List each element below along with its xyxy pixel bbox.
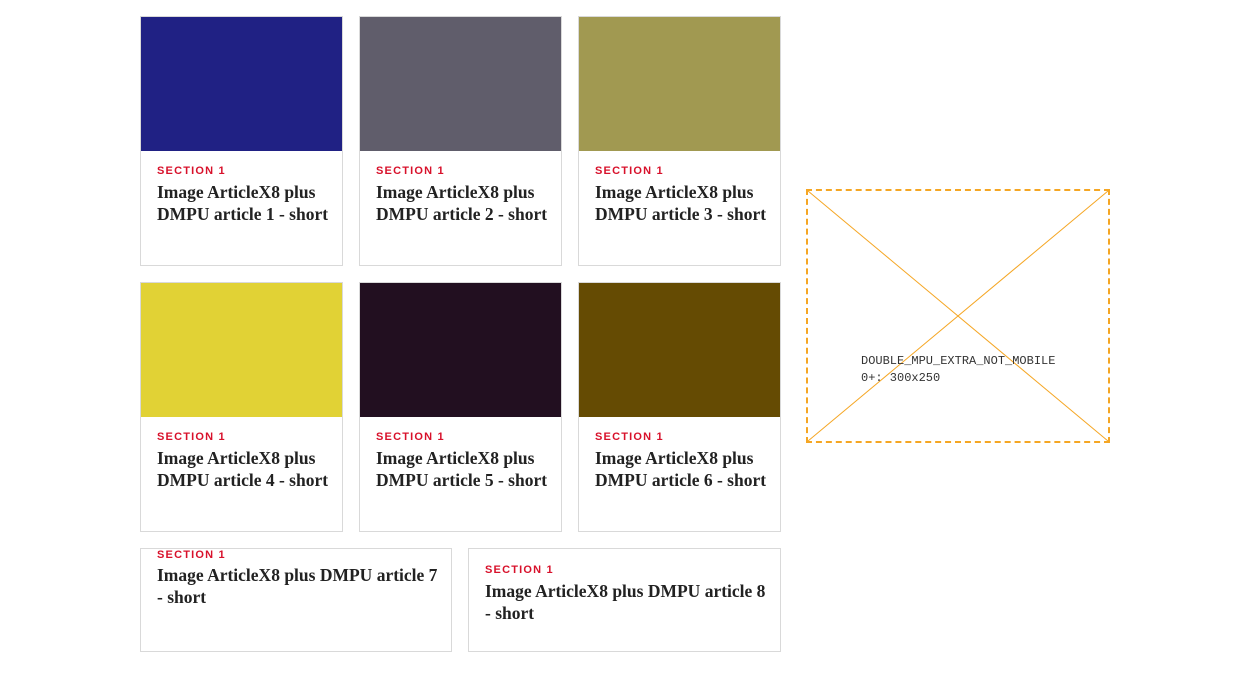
article-card-5[interactable]: SECTION 1 Image ArticleX8 plus DMPU arti… <box>359 282 562 532</box>
section-label[interactable]: SECTION 1 <box>595 431 664 443</box>
section-label[interactable]: SECTION 1 <box>376 165 445 177</box>
article-headline[interactable]: Image ArticleX8 plus DMPU article 4 - sh… <box>157 447 330 491</box>
article-headline[interactable]: Image ArticleX8 plus DMPU article 6 - sh… <box>595 447 768 491</box>
ad-slot-name: DOUBLE_MPU_EXTRA_NOT_MOBILE <box>861 354 1056 368</box>
section-label[interactable]: SECTION 1 <box>157 431 226 443</box>
article-headline[interactable]: Image ArticleX8 plus DMPU article 8 - sh… <box>485 580 768 624</box>
article-headline[interactable]: Image ArticleX8 plus DMPU article 3 - sh… <box>595 181 768 225</box>
article-card-7[interactable]: SECTION 1 Image ArticleX8 plus DMPU arti… <box>140 548 452 652</box>
article-image[interactable] <box>579 17 780 151</box>
article-image[interactable] <box>141 283 342 417</box>
ad-slot-label: DOUBLE_MPU_EXTRA_NOT_MOBILE 0+: 300x250 <box>861 353 1055 387</box>
article-card-1[interactable]: SECTION 1 Image ArticleX8 plus DMPU arti… <box>140 16 343 266</box>
article-headline[interactable]: Image ArticleX8 plus DMPU article 2 - sh… <box>376 181 549 225</box>
article-headline[interactable]: Image ArticleX8 plus DMPU article 5 - sh… <box>376 447 549 491</box>
section-label[interactable]: SECTION 1 <box>485 564 554 576</box>
section-label[interactable]: SECTION 1 <box>595 165 664 177</box>
article-image[interactable] <box>360 17 561 151</box>
ad-slot-double-mpu: DOUBLE_MPU_EXTRA_NOT_MOBILE 0+: 300x250 <box>806 189 1110 443</box>
article-image[interactable] <box>579 283 780 417</box>
section-label[interactable]: SECTION 1 <box>376 431 445 443</box>
article-card-3[interactable]: SECTION 1 Image ArticleX8 plus DMPU arti… <box>578 16 781 266</box>
ad-slot-size: 0+: 300x250 <box>861 371 941 385</box>
article-card-8[interactable]: SECTION 1 Image ArticleX8 plus DMPU arti… <box>468 548 781 652</box>
ad-placeholder-cross-icon <box>808 191 1108 441</box>
article-headline[interactable]: Image ArticleX8 plus DMPU article 1 - sh… <box>157 181 330 225</box>
article-image[interactable] <box>141 17 342 151</box>
article-card-6[interactable]: SECTION 1 Image ArticleX8 plus DMPU arti… <box>578 282 781 532</box>
article-card-2[interactable]: SECTION 1 Image ArticleX8 plus DMPU arti… <box>359 16 562 266</box>
article-image[interactable] <box>360 283 561 417</box>
section-label[interactable]: SECTION 1 <box>157 165 226 177</box>
article-headline[interactable]: Image ArticleX8 plus DMPU article 7 - sh… <box>157 564 439 608</box>
section-label[interactable]: SECTION 1 <box>157 549 226 561</box>
article-card-4[interactable]: SECTION 1 Image ArticleX8 plus DMPU arti… <box>140 282 343 532</box>
